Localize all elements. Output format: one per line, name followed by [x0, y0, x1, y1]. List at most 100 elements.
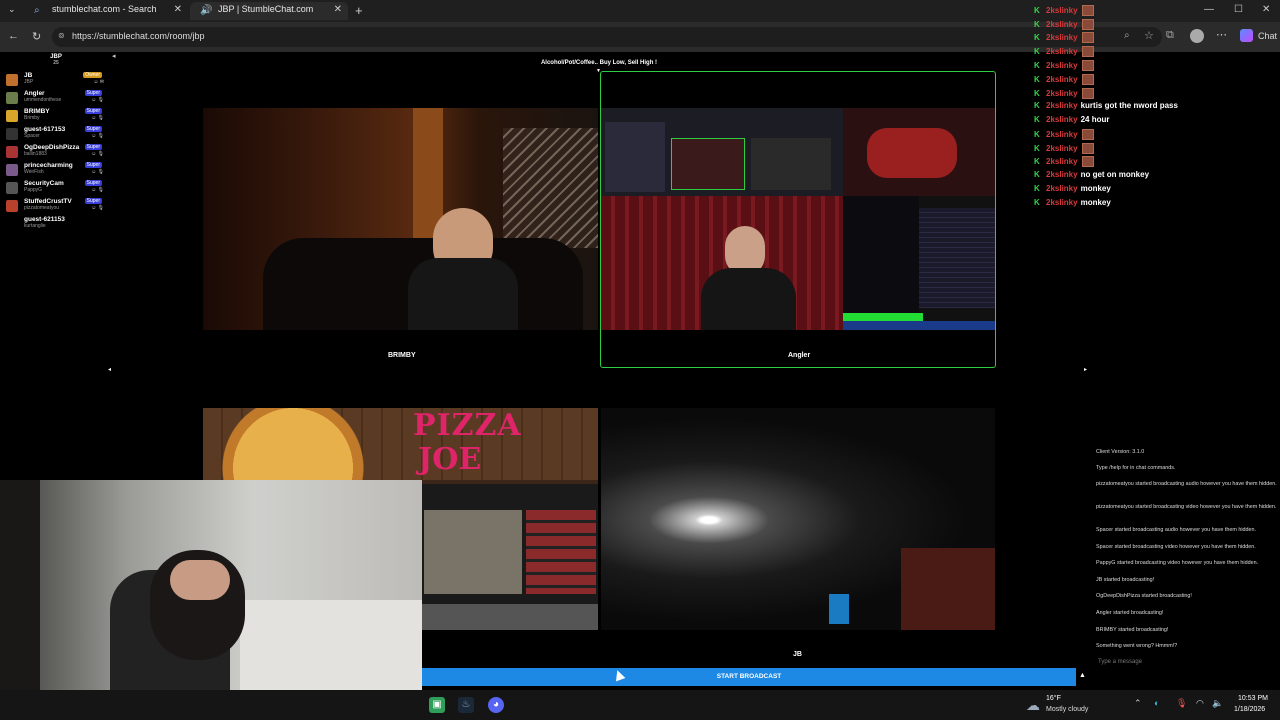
user-list-item[interactable]: guest-617153 Spacer Super ☺ 🎙: [6, 126, 106, 142]
taskbar: ▣ ♨ ◕ ☁ 16°F Mostly cloudy ⌃ ◐ 🎙 ◠ 🔈 10:…: [0, 690, 1280, 720]
user-list-item[interactable]: JB JBP Owner ☺ ✉: [6, 72, 106, 88]
chat-message: K 2kslinky: [1034, 74, 1094, 87]
status-icons: ☺ 🎙: [91, 169, 104, 175]
extensions-icon[interactable]: ⧉: [1166, 29, 1174, 42]
mod-icon: K: [1034, 156, 1040, 166]
webcam-hands: [170, 560, 230, 600]
chevron-up-icon[interactable]: ⌃: [1134, 698, 1142, 709]
zoom-icon[interactable]: ⌕: [1124, 30, 1130, 41]
emote-icon: [1081, 129, 1094, 140]
close-icon[interactable]: ✕: [334, 4, 342, 15]
webcam-dark-edge: [0, 480, 40, 690]
avatar: [6, 128, 18, 140]
tab-search[interactable]: ⌕ stumblechat.com - Search ✕: [24, 2, 188, 20]
cam-chat-panel: [919, 208, 995, 308]
chat-button[interactable]: Chat: [1258, 31, 1277, 41]
mod-icon: K: [1034, 5, 1040, 15]
microphone-icon[interactable]: 🎙: [1176, 698, 1187, 709]
log-line: BRIMBY started broadcasting!: [1096, 627, 1169, 633]
expand-arrow-icon[interactable]: ▲: [1079, 672, 1086, 679]
mod-icon: K: [1034, 115, 1040, 124]
scroll-left-icon[interactable]: ◂: [108, 366, 111, 373]
site-info-icon[interactable]: ⊚: [58, 31, 65, 40]
speaker-icon: 🔊: [200, 5, 213, 16]
copilot-icon[interactable]: [1240, 29, 1253, 42]
role-badge: Owner: [83, 72, 102, 78]
cam-person-body: [701, 268, 796, 330]
status-icons: ☺ 🎙: [91, 187, 104, 193]
minimize-icon[interactable]: —: [1204, 4, 1214, 15]
close-window-icon[interactable]: ✕: [1262, 4, 1270, 15]
user-list: JB JBP Owner ☺ ✉ Angler ummendonthese Su…: [0, 52, 108, 232]
user-list-item[interactable]: StuffedCrustTV pizzatomeatyou Super ☺ 🎙: [6, 198, 106, 214]
tab-title: stumblechat.com - Search: [52, 4, 157, 14]
back-icon[interactable]: ←: [8, 30, 19, 42]
wifi-icon[interactable]: ◠: [1196, 698, 1204, 709]
status-icons: ☺ 🎙: [91, 205, 104, 211]
user-list-item[interactable]: princecharming WeirFish Super ☺ 🎙: [6, 162, 106, 178]
menu-icon[interactable]: ⋯: [1216, 28, 1227, 41]
avatar: [6, 146, 18, 158]
mod-icon: K: [1034, 184, 1040, 193]
scroll-right-icon[interactable]: ▸: [1084, 366, 1087, 373]
start-broadcast-button[interactable]: START BROADCAST: [422, 668, 1076, 686]
user-list-item[interactable]: Angler ummendonthese Super ☺ 🎙: [6, 90, 106, 106]
log-line: Something went wrong? Hmmm!?: [1096, 643, 1178, 649]
log-line: Type /help for in chat commands.: [1096, 465, 1176, 471]
steam-icon[interactable]: ♨: [458, 697, 474, 713]
status-icons: ☺ 🎙: [91, 97, 104, 103]
screen-panel: [605, 122, 665, 192]
avatar[interactable]: [1190, 29, 1204, 43]
camera-tile-brimby[interactable]: [203, 108, 598, 330]
url-field[interactable]: ⊚ https://stumblechat.com/room/jbp: [52, 27, 1162, 47]
chat-message: K 2kslinky kurtis got the nword pass: [1034, 101, 1178, 110]
status-icons: ☺ ✉: [93, 79, 104, 85]
camera-tile-angler[interactable]: [601, 108, 995, 330]
discord-icon[interactable]: ◕: [488, 697, 504, 713]
mod-icon: K: [1034, 32, 1040, 42]
log-line: OgDeepDishPizza started broadcasting!: [1096, 593, 1192, 599]
user-list-item[interactable]: BRIMBY Brimby Super ☺ 🎙: [6, 108, 106, 124]
role-badge: Super: [84, 90, 102, 96]
reload-icon[interactable]: ↻: [32, 30, 41, 43]
avatar: [6, 182, 18, 194]
edge-icon[interactable]: ◐: [1154, 698, 1159, 708]
user-list-item[interactable]: guest-621153 kurtanglie: [6, 216, 106, 232]
screen-panel: [671, 138, 745, 190]
tab-jbp[interactable]: 🔊 JBP | StumbleChat.com ✕: [190, 2, 348, 20]
store-icon[interactable]: ▣: [429, 697, 445, 713]
collapse-arrow-icon[interactable]: ◂: [112, 52, 116, 60]
status-icons: ☺ 🎙: [91, 115, 104, 121]
chat-message: K 2kslinky monkey: [1034, 184, 1111, 193]
status-icons: ☺ 🎙: [91, 151, 104, 157]
cam-label: Angler: [788, 352, 811, 359]
avatar: [6, 218, 18, 230]
chat-log: Client Version: 3.1.0 Type /help for in …: [1090, 444, 1280, 684]
pizza-subtitle: JOE: [418, 442, 482, 477]
mod-icon: K: [1034, 60, 1040, 70]
user-list-item[interactable]: SecurityCam PappyG Super ☺ 🎙: [6, 180, 106, 196]
mod-icon: K: [1034, 170, 1040, 179]
emote-icon: [1081, 143, 1094, 154]
chat-message: K 2kslinky: [1034, 5, 1094, 18]
cam-dark-panel: [843, 196, 919, 330]
user-list-item[interactable]: OgDeepDishPizza ballin1883 Super ☺ 🎙: [6, 144, 106, 160]
camera-tile-jb[interactable]: [601, 408, 995, 630]
cam-screen-share: [601, 108, 843, 196]
emote-icon: [1081, 19, 1094, 30]
log-line: Client Version: 3.1.0: [1096, 449, 1145, 455]
avatar: [6, 110, 18, 122]
maximize-icon[interactable]: ☐: [1234, 4, 1243, 15]
clock-date[interactable]: 1/18/2026: [1234, 706, 1265, 713]
cam-green-bar: [843, 313, 923, 321]
message-input[interactable]: Type a message: [1092, 656, 1278, 670]
tab-list-chevron-icon[interactable]: ⌄: [8, 4, 16, 15]
avatar: [6, 200, 18, 212]
close-icon[interactable]: ✕: [174, 4, 182, 15]
red-blanket: [867, 128, 957, 178]
clock-time[interactable]: 10:53 PM: [1238, 695, 1268, 702]
chat-message: K 2kslinky: [1034, 32, 1094, 45]
star-icon[interactable]: ☆: [1144, 29, 1154, 42]
new-tab-icon[interactable]: +: [355, 3, 363, 18]
volume-icon[interactable]: 🔈: [1212, 698, 1223, 709]
